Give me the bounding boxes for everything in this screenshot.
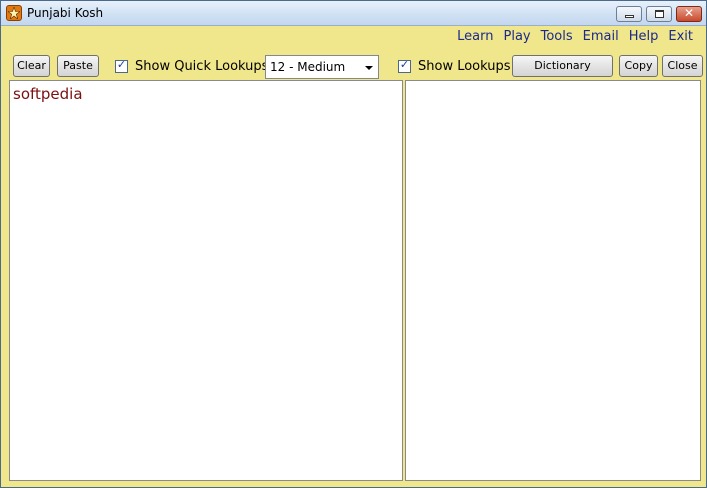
close-window-button[interactable]: ✕ [676,6,702,22]
menu-item-exit[interactable]: Exit [663,28,698,46]
minimize-icon [625,15,634,18]
quick-lookups-label: Show Quick Lookups [135,58,269,74]
menu-bar: Learn Play Tools Email Help Exit [452,28,698,46]
menu-item-help[interactable]: Help [624,28,664,46]
font-size-select[interactable]: 12 - Medium [265,55,379,79]
input-text-area[interactable]: softpedia [9,80,403,481]
checkmark-icon: ✓ [116,57,127,71]
chevron-down-icon [365,66,373,70]
clear-button[interactable]: Clear [13,55,50,77]
paste-button[interactable]: Paste [57,55,99,77]
font-size-value: 12 - Medium [270,60,346,74]
editor-content: softpedia [13,85,83,103]
title-bar[interactable]: Punjabi Kosh ✕ [1,1,706,26]
quick-lookups-checkbox[interactable]: ✓ [115,57,128,73]
checkmark-icon: ✓ [399,57,410,71]
menu-item-tools[interactable]: Tools [536,28,578,46]
app-window: Punjabi Kosh ✕ Learn Play Tools Email He… [0,0,707,488]
minimize-button[interactable] [616,6,642,22]
maximize-icon [655,10,664,18]
quick-lookups-toggle[interactable]: ✓ Show Quick Lookups [115,57,268,75]
dictionary-lookup-button[interactable]: Dictionary Lookup [512,55,613,92]
close-icon: ✕ [683,6,695,20]
menu-item-play[interactable]: Play [499,28,536,46]
show-lookups-label: Show Lookups [418,58,511,74]
window-title: Punjabi Kosh [27,6,104,20]
menu-item-learn[interactable]: Learn [452,28,498,46]
close-button[interactable]: Close [662,55,703,77]
app-logo-icon [6,5,22,21]
show-lookups-checkbox[interactable]: ✓ [398,57,411,73]
show-lookups-toggle[interactable]: ✓ Show Lookups [398,57,511,75]
lookup-results-pane[interactable] [405,80,701,481]
copy-button[interactable]: Copy [619,55,658,77]
maximize-button[interactable] [646,6,672,22]
menu-item-email[interactable]: Email [578,28,624,46]
